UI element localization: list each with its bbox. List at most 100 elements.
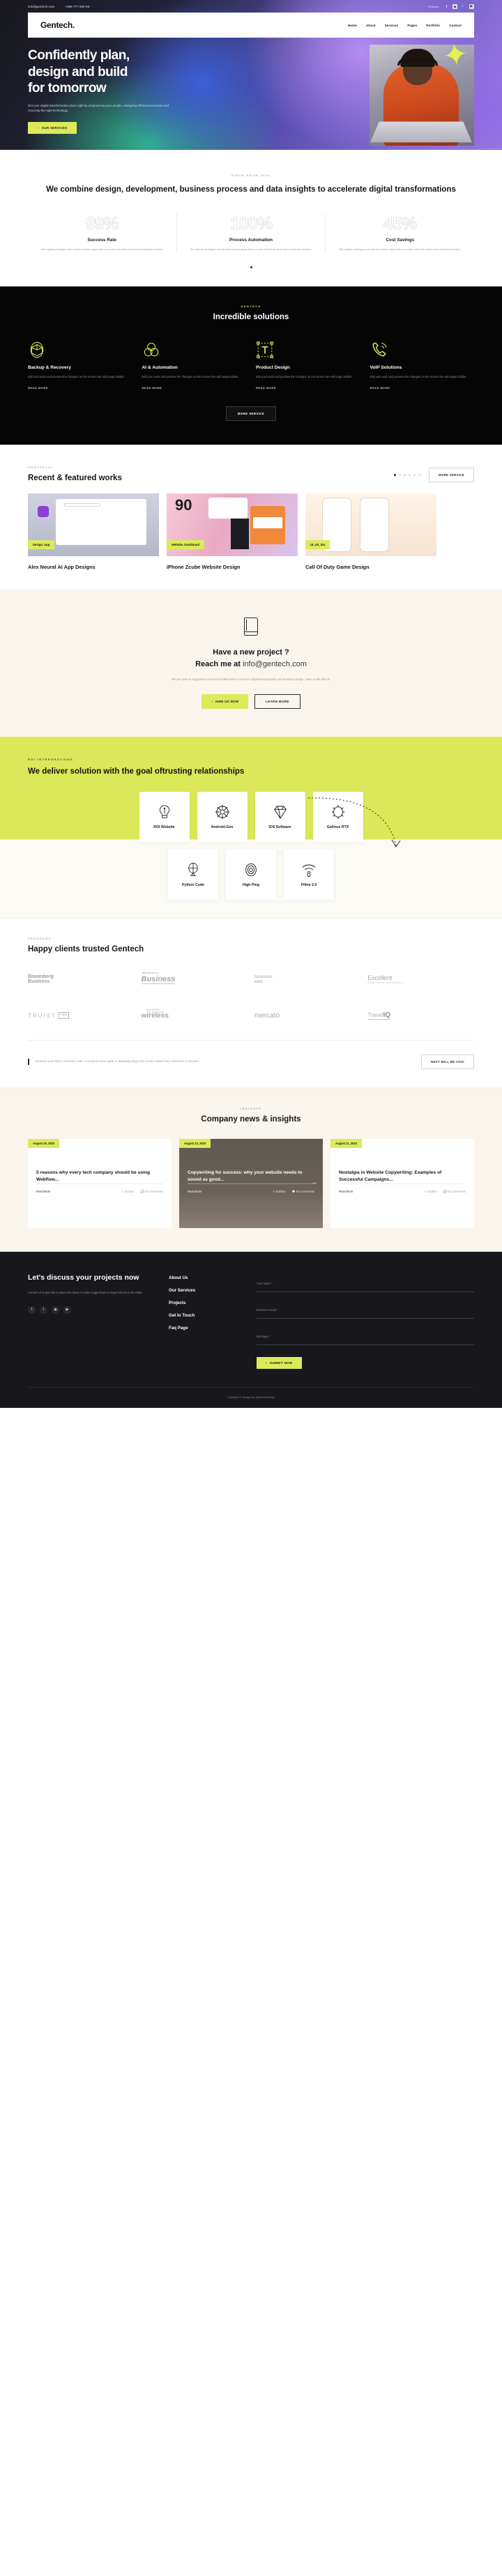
nav-item-portfolio[interactable]: Portfolio (426, 24, 440, 27)
stat-desc: We rapidly prototype and launch custom a… (190, 247, 312, 252)
service-card-backup-recovery[interactable]: Backup & Recovery Edit your work and pre… (28, 341, 132, 390)
carousel-dot[interactable] (399, 473, 402, 476)
portfolio-card[interactable]: UI, UX, IOs Call Of Duty Game Design (305, 493, 436, 570)
more-service-button[interactable]: MORE SERVICE (225, 406, 277, 421)
tile-title: High Ping (242, 883, 260, 888)
blog-label: INSIGHTS (240, 1107, 262, 1111)
site-logo[interactable]: Gentech. (40, 20, 75, 30)
portfolio-title[interactable]: iPhone Zcube Website Design (167, 564, 298, 570)
contact-email[interactable]: info@gentech.com (28, 5, 54, 8)
submit-now-button[interactable]: › SUBMIT NOW (257, 1357, 302, 1370)
wifi-icon (301, 862, 317, 877)
stat-title: Success Rate (87, 238, 117, 243)
portfolio-more-service-button[interactable]: MORE SERVICE (429, 467, 474, 482)
service-read-more[interactable]: READ MORE (370, 386, 475, 390)
youtube-icon[interactable]: ▶ (469, 3, 474, 9)
footer-link-about-us[interactable]: About Us (169, 1275, 247, 1280)
blog-date-badge: August 16, 2023 (28, 1139, 60, 1149)
service-read-more[interactable]: READ MORE (28, 386, 132, 390)
hero-title-line-2: design and build (28, 64, 128, 79)
service-read-more[interactable]: READ MORE (142, 386, 247, 390)
diamond-icon (273, 804, 288, 820)
carousel-dot[interactable] (409, 473, 411, 476)
footer-heading: Let's discuss your projects now (28, 1273, 139, 1282)
cta-heading: Have a new project ? Reach me at info@ge… (28, 647, 474, 670)
footer-paragraph: Contact us to give life to awesome ideas… (28, 1291, 143, 1295)
logo-main: TRUIST (28, 1012, 56, 1019)
tech-tile-high-ping[interactable]: High Ping (226, 850, 276, 900)
carousel-dot[interactable] (250, 266, 252, 268)
blog-read-more[interactable]: Read More (36, 1190, 50, 1193)
service-card-ai-automation[interactable]: AI & Automation Edit your work and previ… (142, 341, 247, 390)
primary-nav: Home About Services Pages Portfolio Cont… (348, 24, 462, 27)
portfolio-carousel-dots[interactable] (394, 473, 421, 476)
hire-us-now-button[interactable]: › HIRE US NOW (201, 693, 249, 709)
learn-more-button[interactable]: LEARN MORE (254, 693, 301, 709)
carousel-dot[interactable] (418, 473, 421, 476)
blog-card[interactable]: August 13, 2023 Copywriting for success:… (179, 1139, 323, 1229)
facebook-icon[interactable]: f (444, 4, 449, 9)
chevron-right-icon: › (38, 126, 39, 130)
service-title: AI & Automation (142, 365, 178, 370)
youtube-icon[interactable]: ▶ (63, 1305, 71, 1314)
blog-card[interactable]: August 16, 2023 5 reasons why every tech… (28, 1139, 172, 1229)
our-services-label: OUR SERVICES (41, 126, 68, 130)
portfolio-title[interactable]: Alex Neural AI App Designs (28, 564, 159, 570)
contact-phone[interactable]: +888 777 560 55 (66, 5, 90, 8)
nav-item-contact[interactable]: Contact (449, 24, 462, 27)
carousel-dot[interactable] (394, 473, 397, 476)
name-field[interactable]: Your name * (257, 1275, 474, 1293)
twitter-icon[interactable]: t (40, 1305, 47, 1314)
portfolio-section: PORTFOLIO Recent & featured works MORE S… (0, 444, 502, 590)
next-will-be-you-button[interactable]: NEXT WILL BE YOU! (421, 1055, 474, 1070)
footer-link-get-in-touch[interactable]: Get In Touch (169, 1313, 247, 1318)
blog-card[interactable]: August 11, 2023 Nostalgia in Website Cop… (330, 1139, 474, 1229)
chevron-right-icon: › (266, 1361, 267, 1365)
message-field[interactable]: Message * (257, 1328, 474, 1346)
tech-tile-roi-website[interactable]: ROI Website (139, 792, 190, 843)
tech-tile-android-gen[interactable]: Android-Gen (197, 792, 248, 843)
footer-link-projects[interactable]: Projects (169, 1301, 247, 1305)
nav-item-pages[interactable]: Pages (407, 24, 417, 27)
carousel-dot[interactable] (404, 473, 406, 476)
nav-item-about[interactable]: About (366, 24, 376, 27)
blog-read-more[interactable]: Read More (339, 1190, 353, 1193)
blog-section: INSIGHTS Company news & insights August … (0, 1087, 502, 1252)
client-logo-business-to-business: Business to Business (141, 970, 248, 988)
nav-item-services[interactable]: Services (385, 24, 399, 27)
footer-link-our-services[interactable]: Our Services (169, 1288, 247, 1293)
our-services-button[interactable]: › OUR SERVICES (28, 122, 77, 135)
portfolio-title[interactable]: Call Of Duty Game Design (305, 564, 436, 570)
twitter-icon[interactable]: 🐦 (461, 4, 466, 9)
carousel-dot[interactable] (413, 473, 416, 476)
email-field-label: Business email * (257, 1308, 278, 1312)
service-card-voip-solutions[interactable]: VoIP Solutions Edit your work and previe… (370, 341, 475, 390)
portfolio-card[interactable]: Design, App Alex Neural AI App Designs (28, 493, 159, 570)
hero-section: info@gentech.com +888 777 560 55 Follows… (0, 0, 502, 150)
globe-stand-icon (186, 862, 200, 877)
service-read-more[interactable]: READ MORE (256, 386, 360, 390)
email-field[interactable]: Business email * (257, 1302, 474, 1319)
tech-tile-ios-software[interactable]: IOS Software (254, 792, 305, 843)
tech-tile-fifine[interactable]: Fifine 2.0 (284, 850, 334, 900)
solutions-section: GENTECH Incredible solutions Backup & Re… (0, 286, 502, 445)
blog-read-more[interactable]: Read More (188, 1190, 201, 1193)
logo-main: Excellent (367, 974, 393, 982)
footer-link-faq-page[interactable]: Faq Page (169, 1326, 247, 1331)
roi-heading: We deliver solution with the goal oftrus… (28, 767, 245, 776)
stats-carousel-dots[interactable] (28, 266, 474, 268)
nav-item-home[interactable]: Home (348, 24, 357, 27)
instagram-icon[interactable]: ◉ (52, 1305, 59, 1314)
logo-sub: business software (367, 981, 405, 985)
tech-tile-python-code[interactable]: Python Code (168, 850, 218, 900)
service-card-product-design[interactable]: Product Design Edit your work and previe… (256, 341, 360, 390)
lightbulb-icon (158, 804, 172, 820)
portfolio-card[interactable]: 90 Website, Dashboard iPhone Zcube Websi… (167, 493, 298, 570)
hero-title-line-3: for tomorrow (28, 81, 107, 96)
cta-email[interactable]: info@gentech.com (243, 660, 307, 668)
clients-label: SPONSORS (28, 937, 52, 941)
blog-date-badge: August 11, 2023 (330, 1139, 362, 1149)
hero-paragraph: Get your digital transformation done rig… (28, 103, 169, 113)
instagram-icon[interactable]: ◙ (452, 3, 457, 9)
facebook-icon[interactable]: f (28, 1305, 36, 1314)
